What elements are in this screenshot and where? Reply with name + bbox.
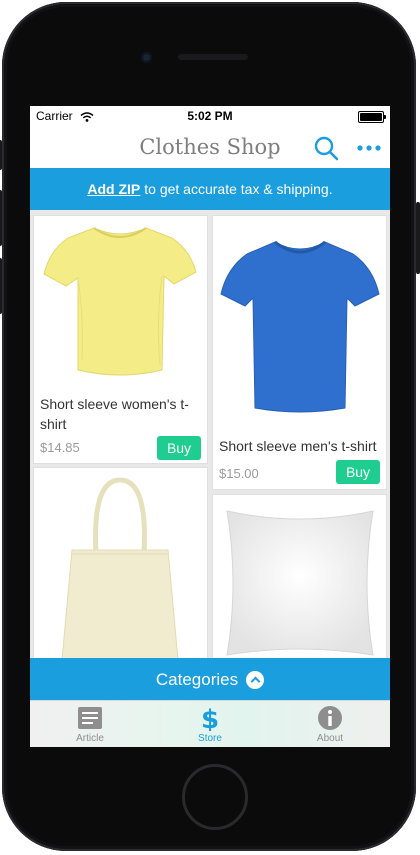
product-name: Short sleeve men's t-shirt [219,438,377,454]
categories-label: Categories [155,669,239,689]
yellow-tshirt-image [40,220,200,386]
product-card[interactable] [34,468,207,658]
front-camera [141,52,152,63]
tab-label: Store [198,733,222,744]
nav-bar: Clothes Shop [30,126,390,168]
product-card[interactable]: Short sleeve women's t-shirt $14.85 Buy [34,216,207,463]
power-button [416,202,420,274]
pillow-image [221,503,379,658]
volume-up-button [0,190,2,246]
volume-down-button [0,258,2,314]
product-price: $14.85 [40,440,80,455]
product-price: $15.00 [219,466,259,481]
add-zip-link[interactable]: Add ZIP [87,181,140,197]
buy-button[interactable]: Buy [336,460,380,484]
battery-icon [358,111,386,123]
home-button[interactable] [182,764,248,830]
tab-label: About [316,733,344,744]
tab-label: Article [76,733,104,744]
more-dots-icon[interactable] [356,138,382,158]
product-card[interactable] [213,495,386,658]
app-screen: Carrier 5:02 PM Clothes Shop Add ZIP to … [30,106,390,747]
tab-article[interactable]: Article [30,705,150,747]
svg-text:$: $ [201,705,219,731]
tab-store[interactable]: $ Store [150,705,270,747]
search-icon[interactable] [312,134,340,162]
earpiece [178,54,248,60]
tab-bar: Article $ Store About [30,701,390,747]
mute-switch [0,140,2,170]
clock: 5:02 PM [187,109,233,123]
product-name: Short sleeve women's t-shirt [40,396,189,432]
tote-bag-image [58,474,183,658]
zip-banner-text: to get accurate tax & shipping. [144,181,333,197]
article-icon [30,705,150,731]
info-icon [270,705,390,731]
product-card[interactable]: Short sleeve men's t-shirt $15.00 Buy [213,216,386,489]
categories-button[interactable]: Categories [30,658,390,701]
status-bar: Carrier 5:02 PM [30,106,390,126]
blue-tshirt-image [217,234,383,414]
product-grid: Short sleeve women's t-shirt $14.85 Buy … [30,210,390,658]
dollar-icon: $ [150,705,270,735]
buy-button[interactable]: Buy [157,436,201,460]
zip-banner: Add ZIP to get accurate tax & shipping. [30,168,390,210]
chevron-up-icon [246,670,265,689]
tab-about[interactable]: About [270,705,390,747]
